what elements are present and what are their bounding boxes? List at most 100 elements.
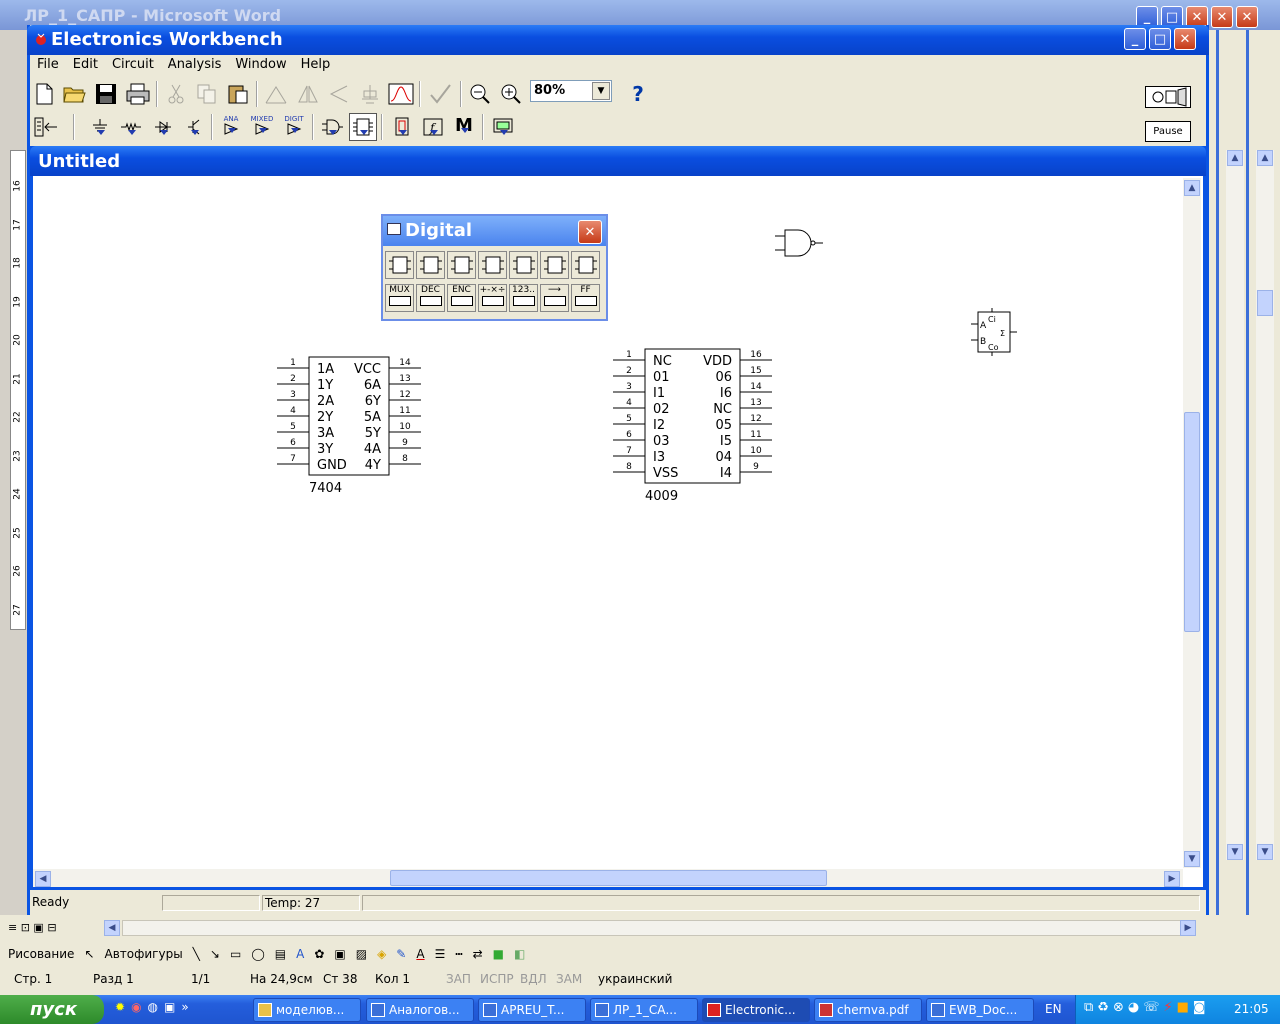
palette-category-button[interactable]: MUX — [385, 284, 414, 312]
graph-icon[interactable] — [387, 80, 415, 108]
schematic-canvas[interactable]: A B Ci Co Σ 1A VCC1 141Y 6A2 132A 6Y3 122Y 5A4 1… — [33, 178, 1183, 868]
close-icon[interactable]: ✕ — [1211, 6, 1233, 28]
tray-icon[interactable]: ⚡ — [1163, 1000, 1172, 1015]
font-color-icon[interactable]: A — [416, 947, 424, 961]
menu-window[interactable]: Window — [228, 55, 293, 75]
line-style-icon[interactable]: ☰ — [435, 947, 446, 961]
maximize-icon[interactable]: □ — [1149, 28, 1171, 50]
taskbar-button[interactable]: APREU_T... — [478, 998, 586, 1022]
pause-button[interactable]: Pause — [1145, 121, 1191, 142]
scroll-thumb[interactable] — [1257, 290, 1273, 316]
fill-color-icon[interactable]: ◈ — [377, 947, 386, 961]
palette-component-icon[interactable] — [447, 251, 476, 279]
subcircuit-icon[interactable] — [356, 80, 384, 108]
quicklaunch-icon[interactable]: ◉ — [131, 1000, 141, 1014]
close-icon[interactable]: ✕ — [1174, 28, 1196, 50]
tray-icon[interactable]: ♻ — [1097, 1000, 1109, 1015]
palette-category-button[interactable]: FF — [571, 284, 600, 312]
flip-horizontal-icon[interactable] — [294, 80, 322, 108]
zoom-out-icon[interactable] — [466, 80, 494, 108]
close-icon[interactable]: ✕ — [578, 220, 602, 244]
tray-icon[interactable]: ⧉ — [1084, 1000, 1093, 1015]
controls-bin-icon[interactable]: f — [419, 113, 447, 141]
taskbar-button[interactable]: ЛР_1_СА... — [590, 998, 698, 1022]
palette-component-icon[interactable] — [478, 251, 507, 279]
horizontal-scroll-thumb[interactable] — [390, 870, 827, 886]
arrow-icon[interactable]: ↘ — [210, 947, 220, 961]
scroll-left-icon[interactable]: ◀ — [35, 871, 51, 887]
palette-component-icon[interactable] — [540, 251, 569, 279]
tray-icon[interactable]: ⊗ — [1113, 1000, 1124, 1015]
scroll-down-icon[interactable]: ▼ — [1184, 851, 1200, 867]
save-icon[interactable] — [92, 80, 120, 108]
taskbar-button[interactable]: Аналогов... — [366, 998, 474, 1022]
indicators-bin-icon[interactable] — [388, 113, 416, 141]
autoshapes-menu[interactable]: Автофигуры — [105, 947, 183, 961]
zoom-in-icon[interactable] — [497, 80, 525, 108]
open-folder-icon[interactable] — [61, 80, 89, 108]
word-hscroll[interactable] — [122, 920, 1182, 936]
sources-bin-icon[interactable] — [86, 113, 114, 141]
background-scrollbar[interactable]: ▲ ▼ — [1256, 150, 1274, 860]
view-icons[interactable]: ≡ ⊡ ▣ ⊟ — [8, 921, 57, 934]
chip-4009[interactable]: NC VDD1 1601 062 15I1 I63 1402 NC4 13I2 055 1203 I5… — [613, 348, 772, 504]
taskbar-button[interactable]: моделюв... — [253, 998, 361, 1022]
quicklaunch-icon[interactable]: ▣ — [164, 1000, 175, 1014]
chip-7404[interactable]: 1A VCC 1 14 1Y 6A 2 13 2A 6Y 3 12 2Y 5A 4 11 3A 5Y 5 10 3Y 4A… — [277, 356, 421, 496]
vertical-scroll-thumb[interactable] — [1184, 412, 1200, 632]
chevron-right-icon[interactable]: » — [181, 1000, 188, 1014]
mixed-ics-bin-icon[interactable]: MIXED — [248, 111, 276, 139]
transistors-bin-icon[interactable] — [180, 113, 208, 141]
close-icon[interactable]: ✕ — [1236, 6, 1258, 28]
tray-icon[interactable]: ■ — [1177, 1000, 1189, 1015]
diodes-bin-icon[interactable] — [149, 113, 177, 141]
textbox-icon[interactable]: ▤ — [275, 947, 286, 961]
scroll-down-icon[interactable]: ▼ — [1227, 844, 1243, 860]
miscellaneous-bin-icon[interactable]: M — [450, 111, 478, 139]
menu-file[interactable]: File — [30, 55, 66, 75]
taskbar-button[interactable]: EWB_Doc... — [926, 998, 1034, 1022]
digital-ics-bin-icon[interactable]: DIGIT — [280, 111, 308, 139]
picture-icon[interactable]: ▨ — [356, 947, 367, 961]
digital-bin-icon[interactable] — [349, 113, 377, 141]
taskbar-button[interactable]: Electronic... — [702, 998, 810, 1022]
line-icon[interactable]: ╲ — [193, 947, 200, 961]
cut-icon[interactable] — [162, 80, 190, 108]
palette-category-button[interactable]: ⟶ — [540, 284, 569, 312]
quicklaunch-icon[interactable]: ✹ — [115, 1000, 125, 1014]
scroll-right-icon[interactable]: ▶ — [1180, 920, 1196, 936]
scroll-left-icon[interactable]: ◀ — [104, 920, 120, 936]
print-icon[interactable] — [124, 80, 152, 108]
power-switch[interactable] — [1145, 86, 1191, 108]
arrow-style-icon[interactable]: ⇄ — [473, 947, 483, 961]
dash-style-icon[interactable]: ┅ — [455, 947, 462, 961]
oval-icon[interactable]: ◯ — [251, 947, 264, 961]
select-arrow-icon[interactable]: ↖ — [84, 947, 94, 961]
basic-bin-icon[interactable] — [117, 113, 145, 141]
line-color-icon[interactable]: ✎ — [396, 947, 406, 961]
analog-ics-bin-icon[interactable]: ANA — [217, 111, 245, 139]
tray-icon[interactable]: ◕ — [1128, 1000, 1139, 1015]
scroll-up-icon[interactable]: ▲ — [1184, 180, 1200, 196]
instruments-bin-icon[interactable] — [489, 113, 517, 141]
palette-component-icon[interactable] — [571, 251, 600, 279]
clipart-icon[interactable]: ▣ — [334, 947, 345, 961]
logic-gates-bin-icon[interactable] — [318, 113, 346, 141]
scroll-up-icon[interactable]: ▲ — [1227, 150, 1243, 166]
scroll-right-icon[interactable]: ▶ — [1164, 871, 1180, 887]
help-button[interactable]: ? — [624, 80, 652, 108]
background-scrollbar[interactable]: ▲ ▼ — [1226, 150, 1244, 860]
favorites-bin-icon[interactable] — [32, 113, 60, 141]
3d-icon[interactable]: ◧ — [514, 947, 525, 961]
flip-vertical-icon[interactable] — [325, 80, 353, 108]
palette-category-button[interactable]: DEC — [416, 284, 445, 312]
menu-circuit[interactable]: Circuit — [105, 55, 161, 75]
scroll-up-icon[interactable]: ▲ — [1257, 150, 1273, 166]
menu-analysis[interactable]: Analysis — [161, 55, 229, 75]
and-gate[interactable] — [775, 229, 823, 257]
palette-component-icon[interactable] — [385, 251, 414, 279]
menu-edit[interactable]: Edit — [66, 55, 105, 75]
new-file-icon[interactable] — [30, 80, 58, 108]
rectangle-icon[interactable]: ▭ — [230, 947, 241, 961]
palette-component-icon[interactable] — [509, 251, 538, 279]
